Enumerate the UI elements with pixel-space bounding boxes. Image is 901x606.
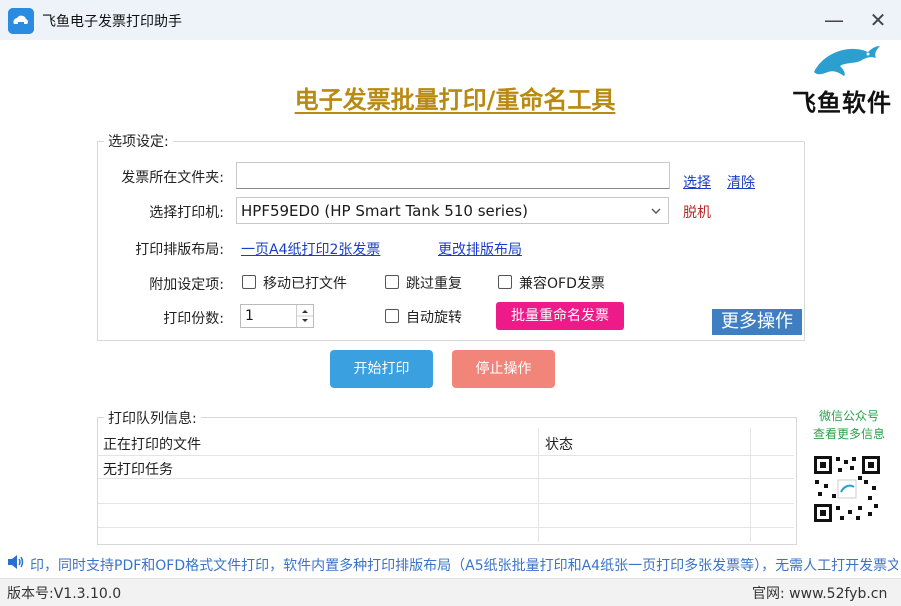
queue-group: [97, 417, 797, 545]
printer-select[interactable]: HPF59ED0 (HP Smart Tank 510 series): [236, 197, 669, 224]
minimize-button[interactable]: —: [820, 6, 848, 34]
auto-rotate-checkbox[interactable]: [385, 309, 399, 323]
extra-options-label: 附加设定项:: [149, 277, 224, 293]
change-layout-link[interactable]: 更改排版布局: [438, 239, 522, 259]
dolphin-logo-icon: [810, 42, 882, 82]
copies-label: 打印份数:: [163, 311, 224, 327]
column-header-status[interactable]: 状态: [545, 434, 573, 454]
printer-label: 选择打印机:: [149, 205, 224, 221]
main-title: 电子发票批量打印/重命名工具: [294, 86, 616, 114]
folder-path-input[interactable]: [236, 162, 670, 189]
move-printed-checkbox[interactable]: [242, 275, 256, 289]
ofd-compat-checkbox[interactable]: [498, 275, 512, 289]
column-header-file[interactable]: 正在打印的文件: [103, 434, 201, 454]
layout-label: 打印排版布局:: [135, 242, 224, 258]
version-text: 版本号:V1.3.10.0: [7, 586, 122, 602]
row-divider: [98, 503, 794, 504]
skip-duplicate-label: 跳过重复: [406, 276, 462, 292]
wechat-line1: 微信公众号: [818, 409, 879, 423]
printer-status: 脱机: [683, 205, 711, 221]
stepper-arrows[interactable]: [296, 305, 313, 327]
close-button[interactable]: ✕: [864, 6, 892, 34]
ofd-compat-label: 兼容OFD发票: [519, 276, 605, 292]
marquee-text: 印，同时支持PDF和OFD格式文件打印，软件内置多种打印排版布局（A5纸张批量打…: [30, 558, 898, 574]
queue-group-title: 打印队列信息:: [104, 408, 201, 428]
qr-code: [812, 454, 882, 524]
start-print-button[interactable]: 开始打印: [330, 350, 433, 388]
table-row-file: 无打印任务: [103, 462, 173, 478]
layout-value-link[interactable]: 一页A4纸打印2张发票: [241, 239, 380, 259]
move-printed-label: 移动已打文件: [263, 276, 347, 292]
row-divider: [98, 455, 794, 456]
website-text[interactable]: 官网: www.52fyb.cn: [752, 583, 887, 603]
more-operations-button[interactable]: 更多操作: [712, 309, 802, 335]
select-folder-link[interactable]: 选择: [683, 172, 711, 192]
batch-rename-button[interactable]: 批量重命名发票: [496, 302, 624, 330]
row-divider: [98, 527, 794, 528]
window-title: 飞鱼电子发票打印助手: [42, 14, 182, 30]
chevron-down-icon: [650, 198, 662, 233]
skip-duplicate-checkbox[interactable]: [385, 275, 399, 289]
folder-label: 发票所在文件夹:: [121, 170, 224, 186]
copies-stepper[interactable]: 1: [240, 304, 314, 328]
stop-button[interactable]: 停止操作: [452, 350, 555, 388]
wechat-line2: 查看更多信息: [812, 427, 885, 441]
column-divider: [538, 428, 539, 542]
copies-value: 1: [245, 308, 254, 324]
logo-text: 飞鱼软件: [792, 89, 892, 117]
column-divider: [750, 428, 751, 542]
printer-select-value: HPF59ED0 (HP Smart Tank 510 series): [241, 202, 528, 220]
speaker-icon: [6, 552, 26, 576]
options-group-title: 选项设定:: [104, 131, 173, 151]
auto-rotate-label: 自动旋转: [406, 310, 462, 326]
clear-folder-link[interactable]: 清除: [727, 172, 755, 192]
app-cloud-icon: [8, 8, 34, 34]
row-divider: [98, 478, 794, 479]
